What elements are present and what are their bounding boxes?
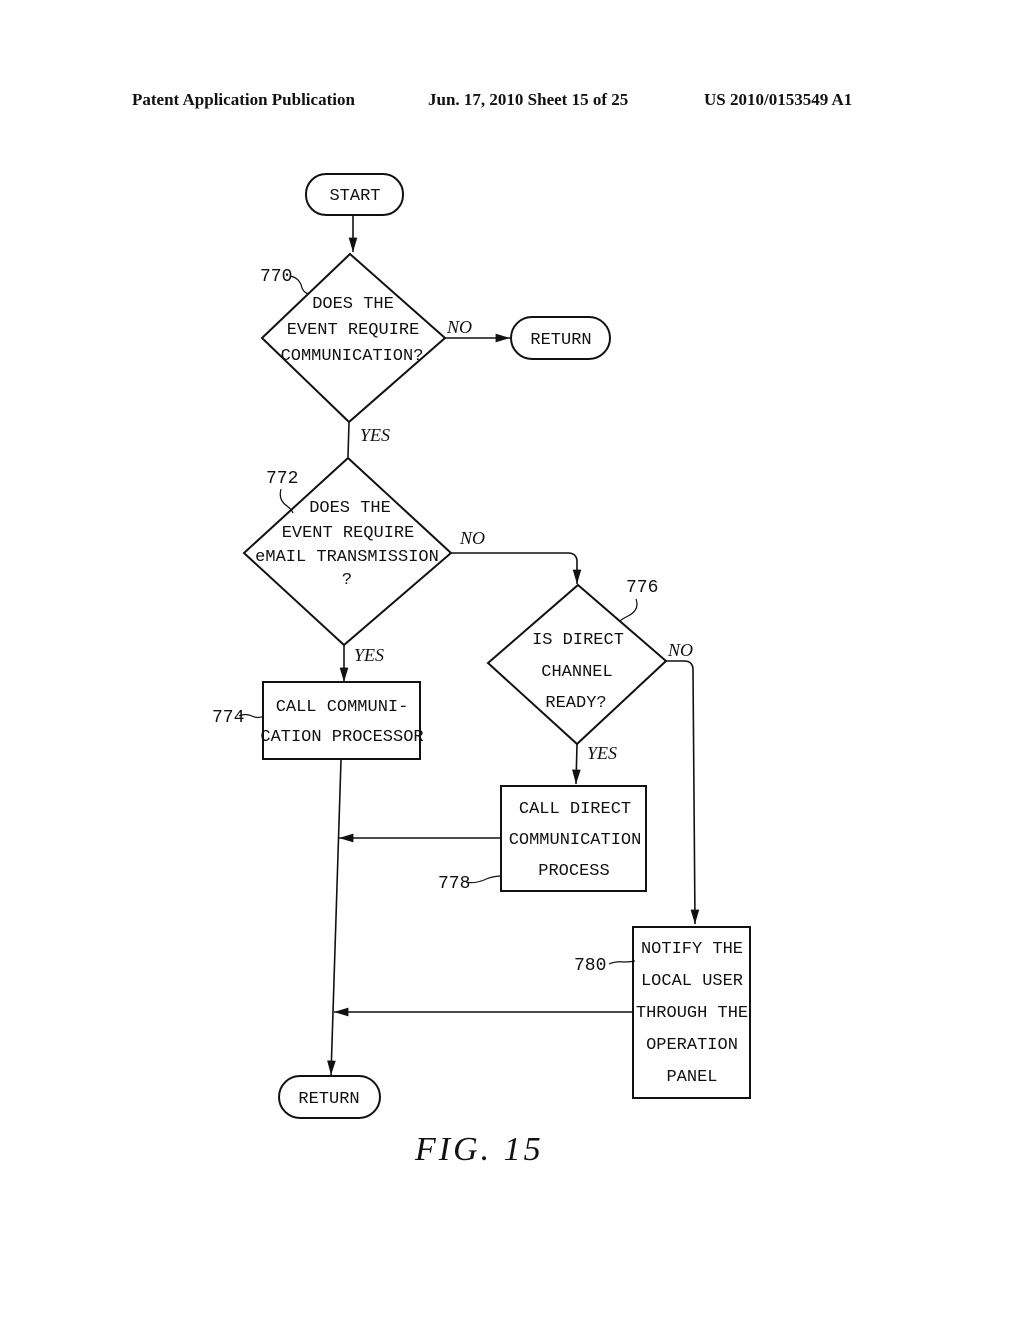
node-780-line-5: PANEL xyxy=(666,1068,717,1087)
node-770-line-1: DOES THE xyxy=(312,295,394,314)
node-780-line-4: OPERATION xyxy=(646,1036,738,1055)
leader-772 xyxy=(279,488,294,514)
leader-776 xyxy=(619,598,638,622)
ref-778: 778 xyxy=(438,874,470,894)
node-770-line-3: COMMUNICATION? xyxy=(281,347,424,366)
node-return-2: RETURN xyxy=(278,1075,381,1119)
label-770-no: NO xyxy=(446,317,472,337)
ref-774: 774 xyxy=(212,708,244,728)
node-return-1: RETURN xyxy=(510,316,611,360)
ref-772: 772 xyxy=(266,469,298,489)
label-776-yes: YES xyxy=(587,743,617,763)
node-decision-772: DOES THE EVENT REQUIRE eMAIL TRANSMISSIO… xyxy=(242,456,453,647)
ref-780: 780 xyxy=(574,956,606,976)
node-772-line-3: eMAIL TRANSMISSION xyxy=(255,548,439,567)
leader-770 xyxy=(289,275,310,295)
figure-caption: FIG. 15 xyxy=(414,1131,544,1168)
node-776-line-3: READY? xyxy=(545,694,606,713)
edge-772-no-to-776 xyxy=(451,552,582,584)
node-process-774: CALL COMMUNI- CATION PROCESSOR 774 xyxy=(212,681,424,760)
node-774-line-2: CATION PROCESSOR xyxy=(260,728,423,747)
label-772-yes: YES xyxy=(354,645,384,665)
ref-770: 770 xyxy=(260,267,292,287)
label-772-no: NO xyxy=(459,528,485,548)
node-778-line-1: CALL DIRECT xyxy=(519,800,631,819)
node-778-line-2: COMMUNICATION xyxy=(509,831,642,850)
node-770-line-2: EVENT REQUIRE xyxy=(287,321,420,340)
node-778-line-3: PROCESS xyxy=(538,862,609,881)
leader-778 xyxy=(465,875,503,884)
node-780-line-2: LOCAL USER xyxy=(641,972,743,991)
node-780-line-1: NOTIFY THE xyxy=(641,940,743,959)
node-772-line-1: DOES THE xyxy=(309,499,391,518)
node-772-line-4: ? xyxy=(342,571,352,590)
node-780-line-3: THROUGH THE xyxy=(636,1004,748,1023)
node-776-line-1: IS DIRECT xyxy=(532,631,624,650)
node-return-2-label: RETURN xyxy=(298,1090,359,1109)
edge-770-yes-to-772 xyxy=(347,421,350,458)
node-start-label: START xyxy=(329,187,380,206)
flowchart: START DOES THE EVENT REQUIRE COMMUNICATI… xyxy=(212,173,751,1168)
node-decision-776: IS DIRECT CHANNEL READY? 776 xyxy=(486,578,668,746)
node-return-1-label: RETURN xyxy=(530,331,591,350)
edge-776-no-to-780 xyxy=(664,660,700,925)
edge-776-yes-to-778 xyxy=(572,743,581,785)
edge-774-to-return xyxy=(327,759,342,1076)
node-start: START xyxy=(305,173,404,216)
label-770-yes: YES xyxy=(360,425,390,445)
leader-780 xyxy=(608,960,636,965)
ref-776: 776 xyxy=(626,578,658,598)
node-776-line-2: CHANNEL xyxy=(541,663,612,682)
node-decision-770: DOES THE EVENT REQUIRE COMMUNICATION? 77… xyxy=(260,252,447,424)
label-776-no: NO xyxy=(667,640,693,660)
node-process-778: CALL DIRECT COMMUNICATION PROCESS 778 xyxy=(438,785,647,894)
node-772-line-2: EVENT REQUIRE xyxy=(282,524,415,543)
node-774-line-1: CALL COMMUNI- xyxy=(276,698,409,717)
